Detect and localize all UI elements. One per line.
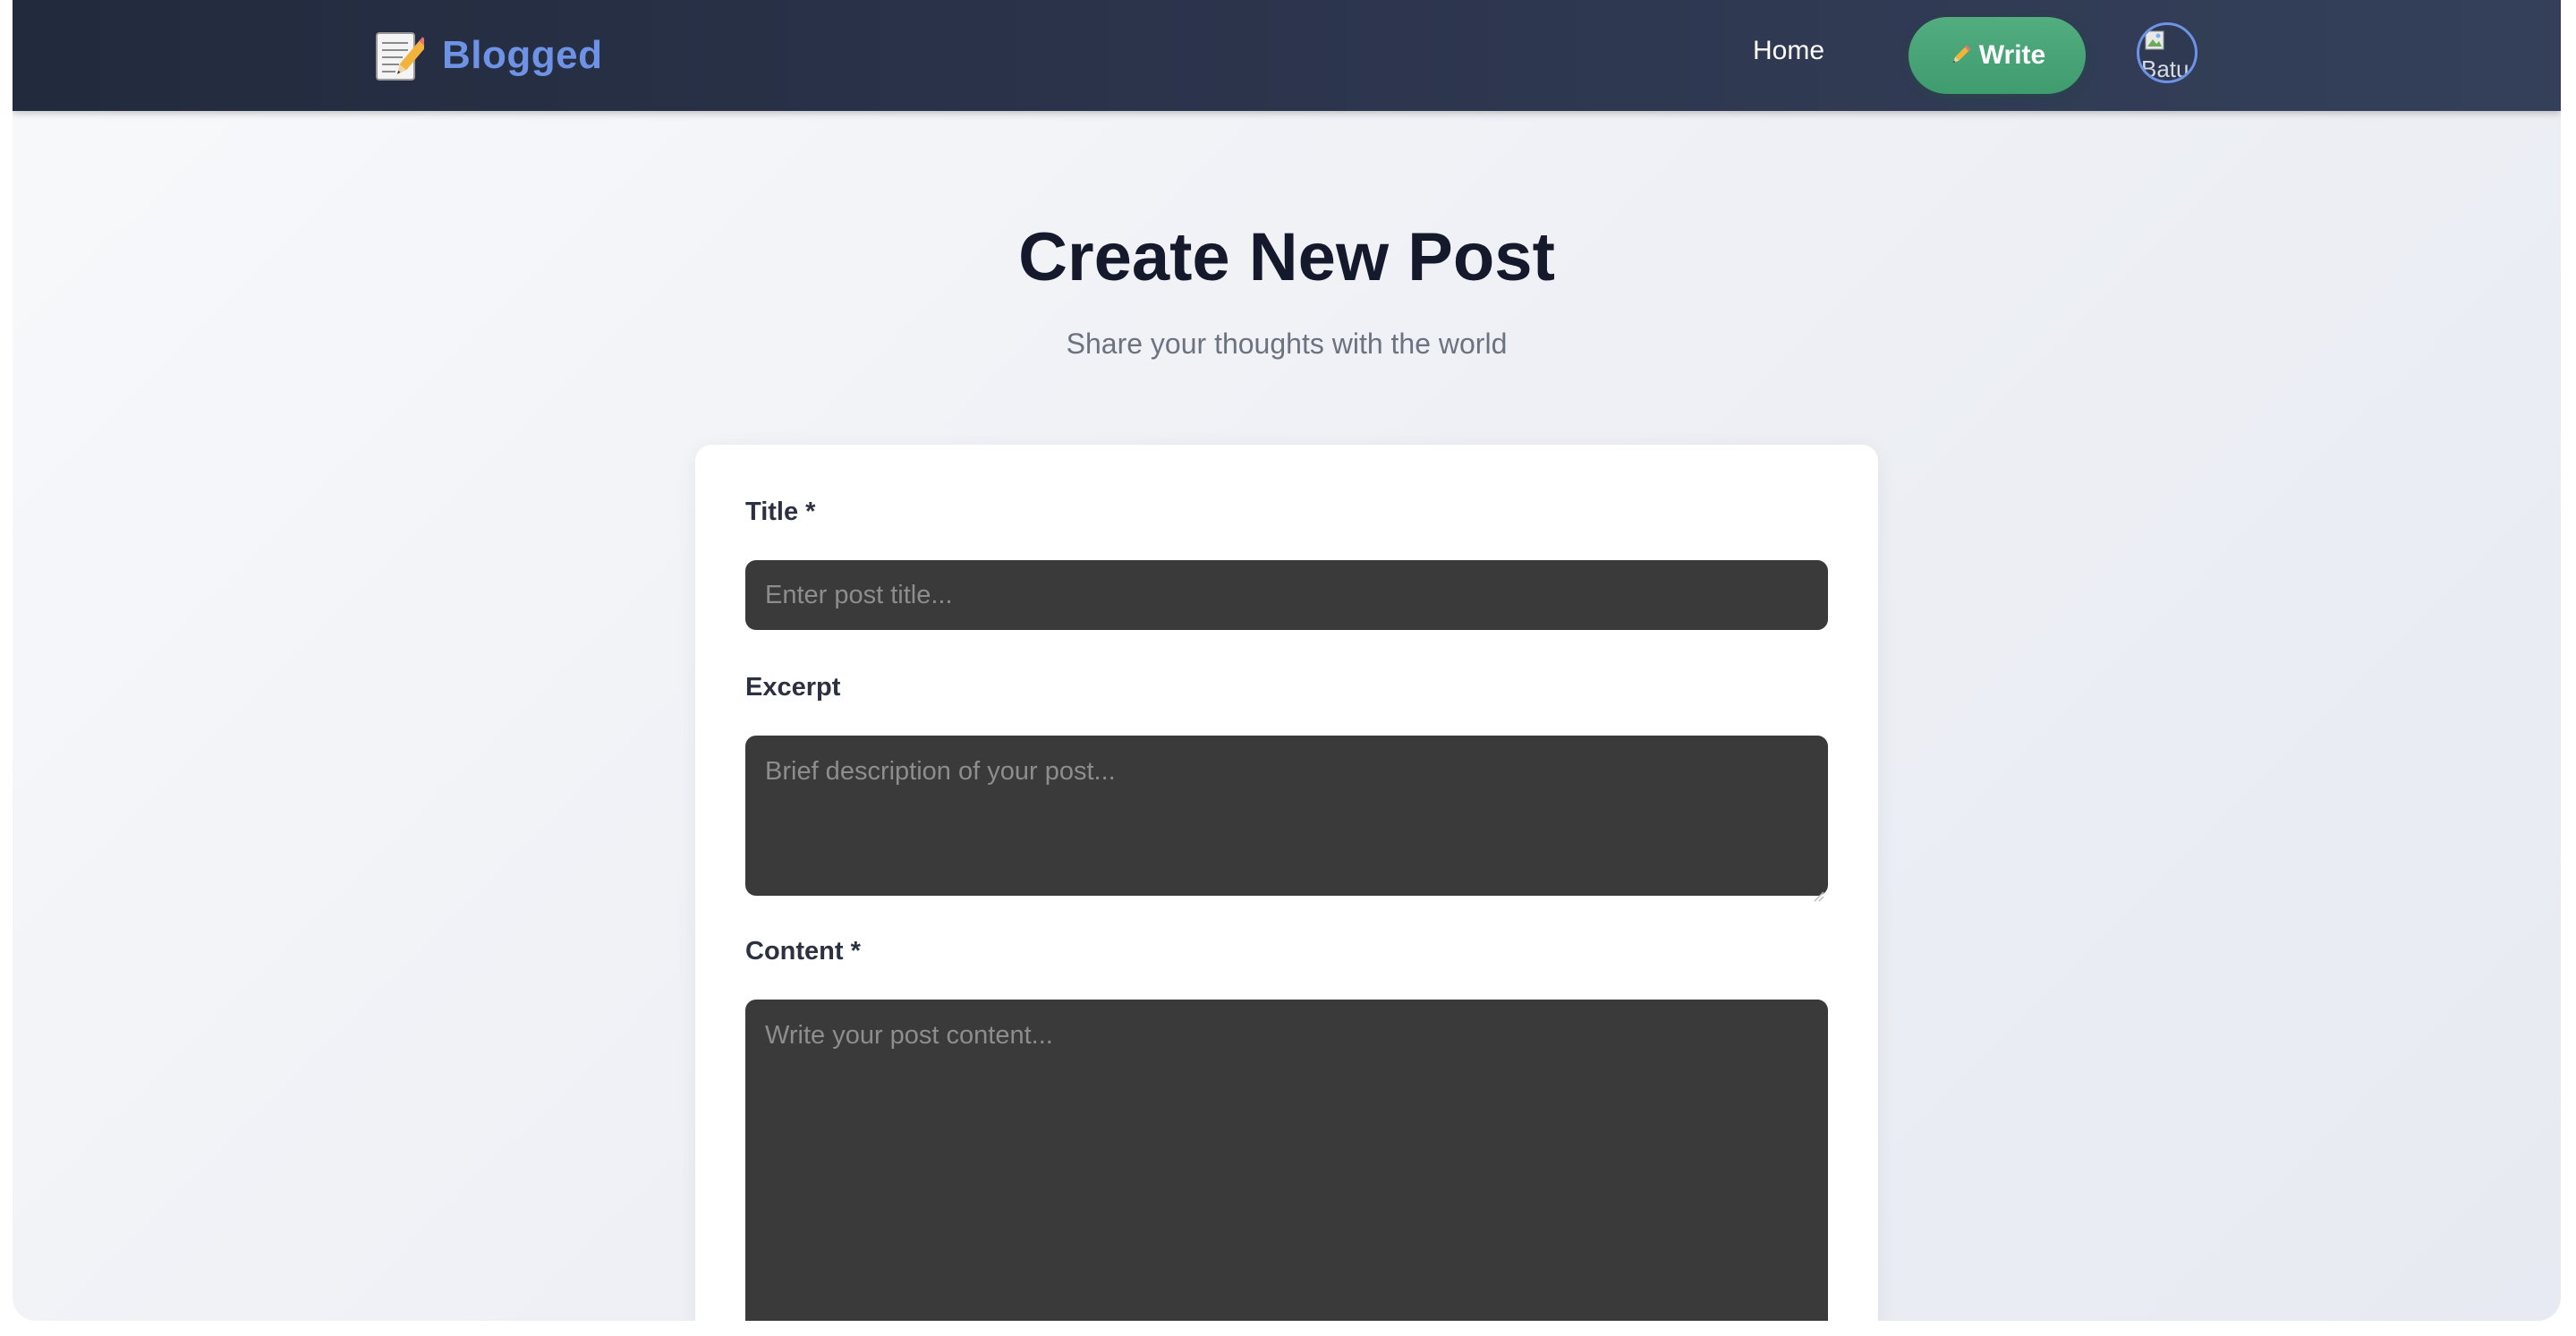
excerpt-textarea[interactable]: Brief description of your post... xyxy=(745,736,1828,902)
content-placeholder: Write your post content... xyxy=(765,1021,1053,1050)
title-placeholder: Enter post title... xyxy=(765,580,953,609)
brand-name: Blogged xyxy=(442,33,603,77)
title-input[interactable]: Enter post title... xyxy=(745,560,1828,630)
brand-link[interactable]: Blogged xyxy=(374,25,602,86)
excerpt-placeholder: Brief description of your post... xyxy=(765,757,1116,786)
pencil-icon xyxy=(1949,44,1972,67)
post-form-card: Title * Enter post title... Excerpt Brie… xyxy=(695,445,1878,1321)
page-title: Create New Post xyxy=(1018,219,1555,295)
write-button-label: Write xyxy=(1978,40,2046,70)
app-window: Blogged Home Write Batu Create New Post … xyxy=(13,0,2561,1321)
top-navbar: Blogged Home Write Batu xyxy=(13,0,2561,111)
nav-home-link[interactable]: Home xyxy=(1753,36,1824,66)
content-label: Content * xyxy=(745,937,861,966)
excerpt-label: Excerpt xyxy=(745,673,841,702)
memo-icon xyxy=(374,29,429,82)
broken-image-icon xyxy=(2145,30,2164,50)
page-subtitle: Share your thoughts with the world xyxy=(1066,328,1508,360)
title-label: Title * xyxy=(745,498,816,526)
write-button[interactable]: Write xyxy=(1909,17,2086,94)
resize-handle-icon[interactable] xyxy=(1812,880,1824,902)
user-avatar[interactable]: Batu xyxy=(2137,22,2198,83)
avatar-alt-text: Batu xyxy=(2141,55,2189,82)
content-textarea[interactable]: Write your post content... xyxy=(745,1000,1828,1321)
